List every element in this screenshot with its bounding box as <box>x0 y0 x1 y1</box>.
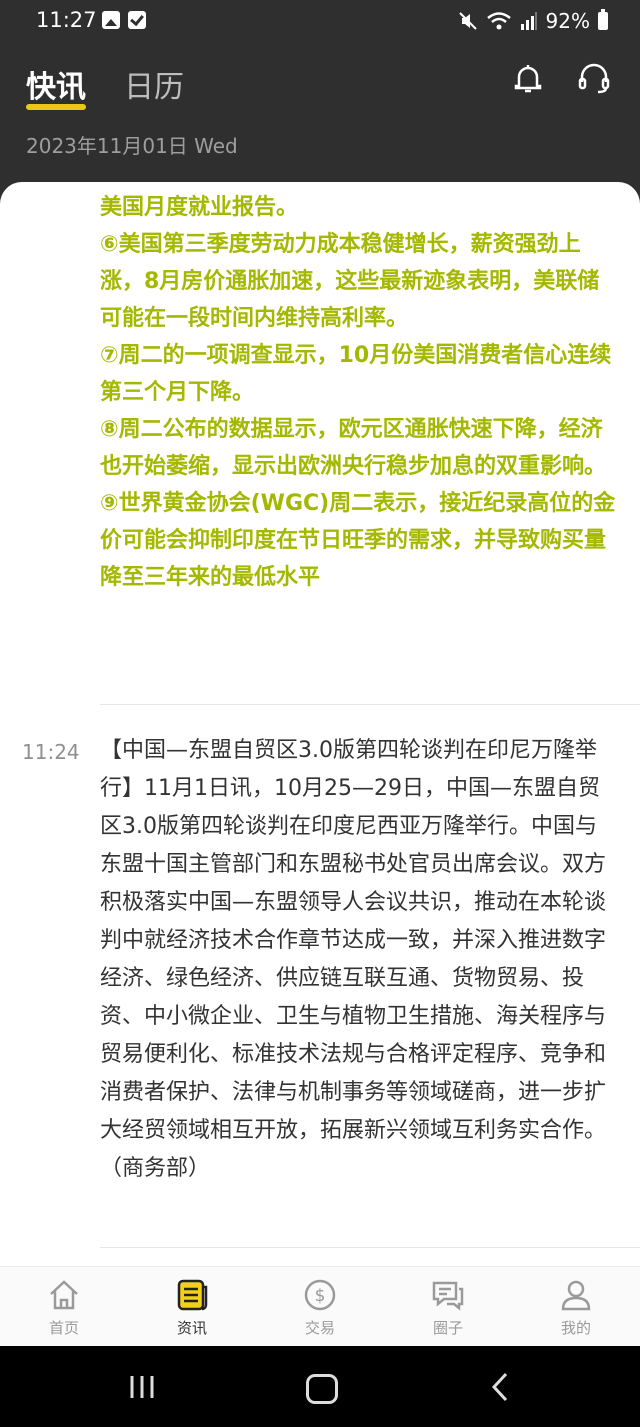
highlight-paragraph: ⑥美国第三季度劳动力成本稳健增长，薪资强劲上涨，8月房价通胀加速，这些最新迹象表… <box>100 232 600 331</box>
tab-flash-news[interactable]: 快讯 <box>26 62 86 110</box>
tab-calendar-label: 日历 <box>124 70 184 105</box>
bell-icon[interactable] <box>510 60 546 96</box>
nav-home[interactable]: 首页 <box>0 1267 128 1347</box>
system-nav-bar <box>0 1346 640 1427</box>
highlight-paragraph: ⑨世界黄金协会(WGC)周二表示，接近纪录高位的金价可能会抑制印度在节日旺季的需… <box>100 491 616 590</box>
news-icon <box>177 1279 208 1311</box>
home-button-icon[interactable] <box>306 1374 338 1404</box>
nav-me[interactable]: 我的 <box>512 1267 640 1347</box>
chat-icon <box>432 1281 464 1311</box>
signal-icon <box>520 12 537 30</box>
home-icon <box>50 1280 78 1310</box>
battery-percent: 92% <box>545 9 590 33</box>
bottom-nav: 首页 资讯 $ 交易 圈子 我的 <box>0 1266 640 1347</box>
nav-me-label: 我的 <box>560 1319 591 1337</box>
news-divider <box>100 704 640 705</box>
highlight-paragraph: 储为期两天的货币政策会议的结果，以及周五公布的美国月度就业报告。 <box>100 182 606 220</box>
nav-trade[interactable]: $ 交易 <box>256 1267 384 1347</box>
nav-trade-label: 交易 <box>304 1319 335 1337</box>
recents-icon[interactable] <box>128 1374 156 1400</box>
nav-circle-label: 圈子 <box>432 1319 463 1337</box>
back-icon[interactable] <box>490 1372 510 1402</box>
wifi-icon <box>486 12 511 30</box>
mute-icon <box>458 12 477 30</box>
status-time: 11:27 <box>36 8 97 32</box>
status-right-group: 92% <box>458 9 608 33</box>
checkbox-icon <box>128 11 146 29</box>
status-bar: 11:27 92% <box>0 0 640 42</box>
news-time: 11:24 <box>22 740 80 764</box>
highlight-news-item[interactable]: 储为期两天的货币政策会议的结果，以及周五公布的美国月度就业报告。 ⑥美国第三季度… <box>100 182 616 596</box>
person-icon <box>561 1280 591 1311</box>
battery-icon <box>598 9 608 30</box>
tab-calendar[interactable]: 日历 <box>124 62 184 106</box>
app-header: 快讯 日历 <box>0 42 640 122</box>
news-feed[interactable]: 储为期两天的货币政策会议的结果，以及周五公布的美国月度就业报告。 ⑥美国第三季度… <box>0 182 640 1266</box>
status-notification-icons <box>102 11 146 29</box>
date-line: 2023年11月01日 Wed <box>26 134 238 158</box>
highlight-paragraph: ⑦周二的一项调查显示，10月份美国消费者信心连续第三个月下降。 <box>100 343 612 405</box>
nav-home-label: 首页 <box>48 1319 79 1337</box>
nav-circle[interactable]: 圈子 <box>384 1267 512 1347</box>
highlight-paragraph: ⑧周二公布的数据显示，欧元区通胀快速下降，经济也开始萎缩，显示出欧洲央行稳步加息… <box>100 417 607 479</box>
nav-news-label: 资讯 <box>176 1319 207 1337</box>
headset-icon[interactable] <box>576 60 612 96</box>
dollar-icon: $ <box>304 1279 336 1311</box>
tab-flash-news-label: 快讯 <box>26 70 86 105</box>
news-divider <box>100 1247 640 1248</box>
news-body[interactable]: 【中国—东盟自贸区3.0版第四轮谈判在印尼万隆举行】11月1日讯，10月25—2… <box>100 732 614 1188</box>
nav-news[interactable]: 资讯 <box>128 1267 256 1347</box>
svg-text:$: $ <box>315 1286 326 1306</box>
gallery-icon <box>102 11 120 29</box>
